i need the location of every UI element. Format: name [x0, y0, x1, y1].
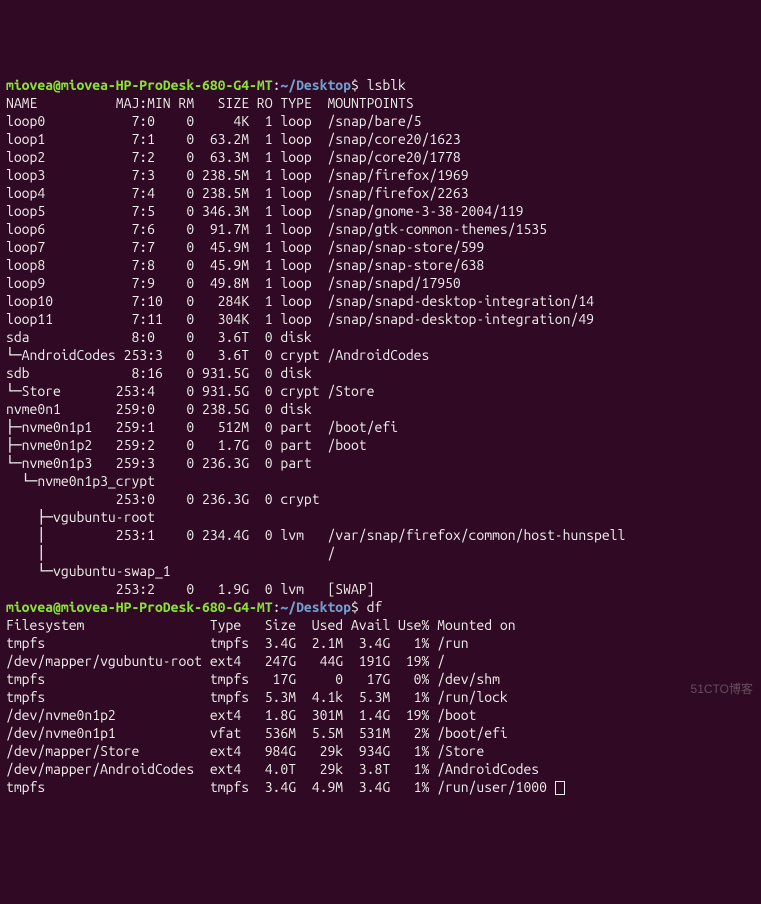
- terminal-cursor: [555, 781, 565, 795]
- lsblk-row: ├─nvme0n1p1 259:1 0 512M 0 part /boot/ef…: [6, 418, 755, 436]
- df-row: /dev/nvme0n1p1 vfat 536M 5.5M 531M 2% /b…: [6, 724, 755, 742]
- lsblk-row: loop4 7:4 0 238.5M 1 loop /snap/firefox/…: [6, 184, 755, 202]
- lsblk-row: └─nvme0n1p3_crypt: [6, 472, 755, 490]
- terminal-output: miovea@miovea-HP-ProDesk-680-G4-MT:~/Des…: [6, 76, 755, 796]
- lsblk-header: NAME MAJ:MIN RM SIZE RO TYPE MOUNTPOINTS: [6, 94, 755, 112]
- lsblk-row: loop1 7:1 0 63.2M 1 loop /snap/core20/16…: [6, 130, 755, 148]
- lsblk-row: nvme0n1 259:0 0 238.5G 0 disk: [6, 400, 755, 418]
- df-row: /dev/mapper/AndroidCodes ext4 4.0T 29k 3…: [6, 760, 755, 778]
- df-row: tmpfs tmpfs 3.4G 2.1M 3.4G 1% /run: [6, 634, 755, 652]
- prompt-line[interactable]: miovea@miovea-HP-ProDesk-680-G4-MT:~/Des…: [6, 598, 755, 616]
- lsblk-row: 253:2 0 1.9G 0 lvm [SWAP]: [6, 580, 755, 598]
- lsblk-row: │ 253:1 0 234.4G 0 lvm /var/snap/firefox…: [6, 526, 755, 544]
- lsblk-row: loop3 7:3 0 238.5M 1 loop /snap/firefox/…: [6, 166, 755, 184]
- lsblk-row: │ /: [6, 544, 755, 562]
- prompt-dollar: $: [351, 599, 367, 615]
- lsblk-row: loop5 7:5 0 346.3M 1 loop /snap/gnome-3-…: [6, 202, 755, 220]
- lsblk-row: loop10 7:10 0 284K 1 loop /snap/snapd-de…: [6, 292, 755, 310]
- lsblk-row: loop11 7:11 0 304K 1 loop /snap/snapd-de…: [6, 310, 755, 328]
- df-row: tmpfs tmpfs 17G 0 17G 0% /dev/shm: [6, 670, 755, 688]
- lsblk-row: └─Store 253:4 0 931.5G 0 crypt /Store: [6, 382, 755, 400]
- prompt-user-host: miovea@miovea-HP-ProDesk-680-G4-MT: [6, 599, 273, 615]
- lsblk-row: └─nvme0n1p3 259:3 0 236.3G 0 part: [6, 454, 755, 472]
- lsblk-row: loop9 7:9 0 49.8M 1 loop /snap/snapd/179…: [6, 274, 755, 292]
- df-row: tmpfs tmpfs 5.3M 4.1k 5.3M 1% /run/lock: [6, 688, 755, 706]
- lsblk-row: loop0 7:0 0 4K 1 loop /snap/bare/5: [6, 112, 755, 130]
- df-row: tmpfs tmpfs 3.4G 4.9M 3.4G 1% /run/user/…: [6, 778, 755, 796]
- lsblk-row: sda 8:0 0 3.6T 0 disk: [6, 328, 755, 346]
- lsblk-row: 253:0 0 236.3G 0 crypt: [6, 490, 755, 508]
- lsblk-row: loop7 7:7 0 45.9M 1 loop /snap/snap-stor…: [6, 238, 755, 256]
- lsblk-row: loop6 7:6 0 91.7M 1 loop /snap/gtk-commo…: [6, 220, 755, 238]
- lsblk-row: ├─nvme0n1p2 259:2 0 1.7G 0 part /boot: [6, 436, 755, 454]
- command-lsblk: lsblk: [367, 77, 406, 93]
- df-row: /dev/nvme0n1p2 ext4 1.8G 301M 1.4G 19% /…: [6, 706, 755, 724]
- lsblk-row: loop8 7:8 0 45.9M 1 loop /snap/snap-stor…: [6, 256, 755, 274]
- lsblk-row: loop2 7:2 0 63.3M 1 loop /snap/core20/17…: [6, 148, 755, 166]
- prompt-user-host: miovea@miovea-HP-ProDesk-680-G4-MT: [6, 77, 273, 93]
- prompt-line[interactable]: miovea@miovea-HP-ProDesk-680-G4-MT:~/Des…: [6, 76, 755, 94]
- df-row: /dev/mapper/vgubuntu-root ext4 247G 44G …: [6, 652, 755, 670]
- lsblk-row: └─vgubuntu-swap_1: [6, 562, 755, 580]
- df-header: Filesystem Type Size Used Avail Use% Mou…: [6, 616, 755, 634]
- command-df: df: [367, 599, 383, 615]
- prompt-dollar: $: [351, 77, 367, 93]
- lsblk-row: └─AndroidCodes 253:3 0 3.6T 0 crypt /And…: [6, 346, 755, 364]
- prompt-path: ~/Desktop: [280, 599, 351, 615]
- lsblk-row: sdb 8:16 0 931.5G 0 disk: [6, 364, 755, 382]
- prompt-path: ~/Desktop: [280, 77, 351, 93]
- df-row: /dev/mapper/Store ext4 984G 29k 934G 1% …: [6, 742, 755, 760]
- lsblk-row: ├─vgubuntu-root: [6, 508, 755, 526]
